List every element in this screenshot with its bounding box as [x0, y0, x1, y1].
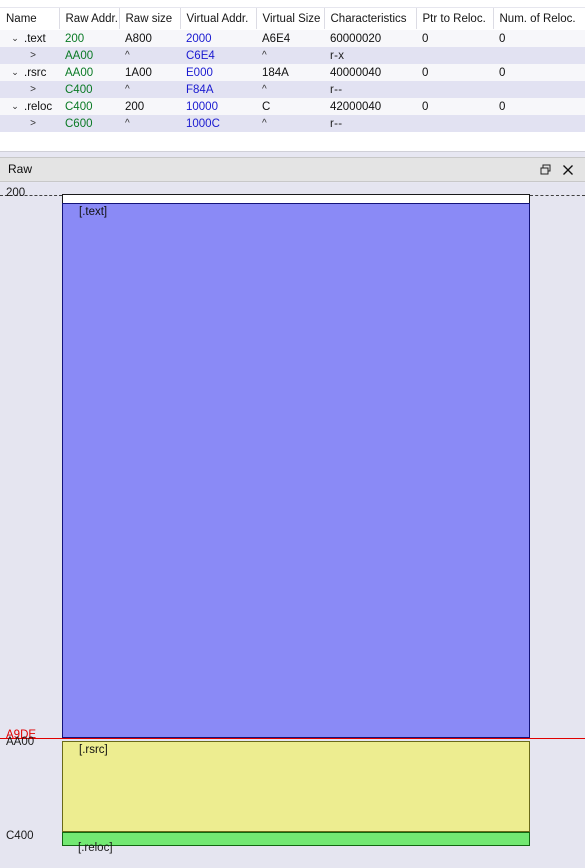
guide-line-right-200 [530, 195, 585, 196]
raw-panel: Raw 200 [.text] A9DE AA00 [.rsrc] C400 [… [0, 152, 585, 868]
ruler-label-C400: C400 [6, 830, 34, 842]
cell-num-of-reloc [493, 47, 585, 64]
chevron-right-icon[interactable]: > [6, 115, 40, 132]
cell-num-of-reloc [493, 81, 585, 98]
cell-virtual-size: ^ [256, 47, 324, 64]
column-header-ptr-to-reloc[interactable]: Ptr to Reloc. [416, 8, 494, 30]
section-name: .reloc [24, 100, 53, 113]
cell-name[interactable]: > [0, 115, 59, 132]
chevron-down-icon[interactable]: ⌄ [6, 30, 24, 47]
column-header-virtual-size[interactable]: Virtual Size [256, 8, 325, 30]
column-header-virtual-addr[interactable]: Virtual Addr. [180, 8, 257, 30]
cell-virtual-addr: 2000 [180, 29, 256, 47]
cell-raw-addr: C400 [59, 98, 119, 115]
cell-characteristics: r-x [324, 47, 416, 64]
cell-virtual-addr: F84A [180, 81, 256, 98]
table-row[interactable]: ⌄ .text 200 A800 2000 A6E4 60000020 0 0 [0, 29, 585, 47]
cell-num-of-reloc: 0 [493, 29, 585, 47]
ruler-label-200: 200 [6, 187, 26, 199]
cell-ptr-to-reloc [416, 47, 493, 64]
cell-raw-size: ^ [119, 81, 180, 98]
raw-block-label-text: [.text] [79, 206, 108, 218]
cell-ptr-to-reloc: 0 [416, 98, 493, 115]
raw-block-label-reloc: [.reloc] [78, 842, 113, 854]
virtual-size-marker-line [0, 738, 585, 739]
cell-num-of-reloc [493, 115, 585, 132]
close-icon[interactable] [559, 161, 577, 179]
cell-ptr-to-reloc [416, 115, 493, 132]
cell-num-of-reloc: 0 [493, 64, 585, 81]
cell-name[interactable]: ⌄ .rsrc [0, 64, 59, 81]
raw-panel-title: Raw [8, 162, 33, 176]
cell-name[interactable]: ⌄ .text [0, 29, 59, 47]
raw-block-rsrc[interactable]: [.rsrc] [62, 741, 530, 832]
chevron-right-icon[interactable]: > [6, 81, 40, 98]
cell-virtual-addr: 1000C [180, 115, 256, 132]
cell-raw-addr: C400 [59, 81, 119, 98]
restore-window-icon[interactable] [537, 161, 555, 179]
cell-virtual-size: C [256, 98, 324, 115]
table-row[interactable]: ⌄ .rsrc AA00 1A00 E000 184A 40000040 0 0 [0, 64, 585, 81]
cell-virtual-size: ^ [256, 81, 324, 98]
cell-virtual-size: 184A [256, 64, 324, 81]
cell-num-of-reloc: 0 [493, 98, 585, 115]
cell-characteristics: 40000040 [324, 64, 416, 81]
cell-characteristics: r-- [324, 81, 416, 98]
table-top-strip [0, 0, 585, 8]
cell-ptr-to-reloc: 0 [416, 64, 493, 81]
raw-panel-titlebar[interactable]: Raw [0, 157, 585, 182]
cell-virtual-addr: 10000 [180, 98, 256, 115]
table-row[interactable]: > AA00 ^ C6E4 ^ r-x [0, 47, 585, 64]
section-table-panel: Name Raw Addr. Raw size Virtual Addr. Vi… [0, 0, 585, 152]
chevron-down-icon[interactable]: ⌄ [6, 64, 24, 81]
cell-raw-size: ^ [119, 47, 180, 64]
table-row[interactable]: ⌄ .reloc C400 200 10000 C 42000040 0 0 [0, 98, 585, 115]
cell-raw-size: A800 [119, 29, 180, 47]
cell-raw-size: ^ [119, 115, 180, 132]
cell-name[interactable]: > [0, 81, 59, 98]
cell-virtual-addr: E000 [180, 64, 256, 81]
chevron-down-icon[interactable]: ⌄ [6, 98, 24, 115]
cell-raw-addr: 200 [59, 29, 119, 47]
ruler-label-AA00: AA00 [6, 736, 35, 748]
raw-block-label-rsrc: [.rsrc] [79, 744, 108, 756]
cell-characteristics: 60000020 [324, 29, 416, 47]
raw-block-reloc[interactable] [62, 832, 530, 846]
cell-raw-addr: AA00 [59, 64, 119, 81]
cell-virtual-size: A6E4 [256, 29, 324, 47]
column-header-num-of-reloc[interactable]: Num. of Reloc. [493, 8, 585, 30]
column-header-name[interactable]: Name [0, 8, 60, 30]
sections-table: Name Raw Addr. Raw size Virtual Addr. Vi… [0, 8, 585, 132]
column-header-raw-addr[interactable]: Raw Addr. [59, 8, 120, 30]
cell-raw-addr: C600 [59, 115, 119, 132]
raw-block-text[interactable]: [.text] [62, 203, 530, 738]
cell-characteristics: r-- [324, 115, 416, 132]
column-header-raw-size[interactable]: Raw size [119, 8, 181, 30]
cell-raw-size: 1A00 [119, 64, 180, 81]
table-row[interactable]: > C400 ^ F84A ^ r-- [0, 81, 585, 98]
cell-raw-size: 200 [119, 98, 180, 115]
section-name: .text [24, 32, 46, 45]
cell-raw-addr: AA00 [59, 47, 119, 64]
table-header-row: Name Raw Addr. Raw size Virtual Addr. Vi… [0, 8, 585, 30]
cell-ptr-to-reloc: 0 [416, 29, 493, 47]
cell-characteristics: 42000040 [324, 98, 416, 115]
section-name: .rsrc [24, 66, 47, 79]
cell-virtual-addr: C6E4 [180, 47, 256, 64]
table-row[interactable]: > C600 ^ 1000C ^ r-- [0, 115, 585, 132]
column-header-characteristics[interactable]: Characteristics [324, 8, 417, 30]
cell-virtual-size: ^ [256, 115, 324, 132]
cell-name[interactable]: ⌄ .reloc [0, 98, 59, 115]
raw-layout-canvas[interactable]: 200 [.text] A9DE AA00 [.rsrc] C400 [.rel… [0, 183, 585, 868]
chevron-right-icon[interactable]: > [6, 47, 40, 64]
cell-name[interactable]: > [0, 47, 59, 64]
cell-ptr-to-reloc [416, 81, 493, 98]
